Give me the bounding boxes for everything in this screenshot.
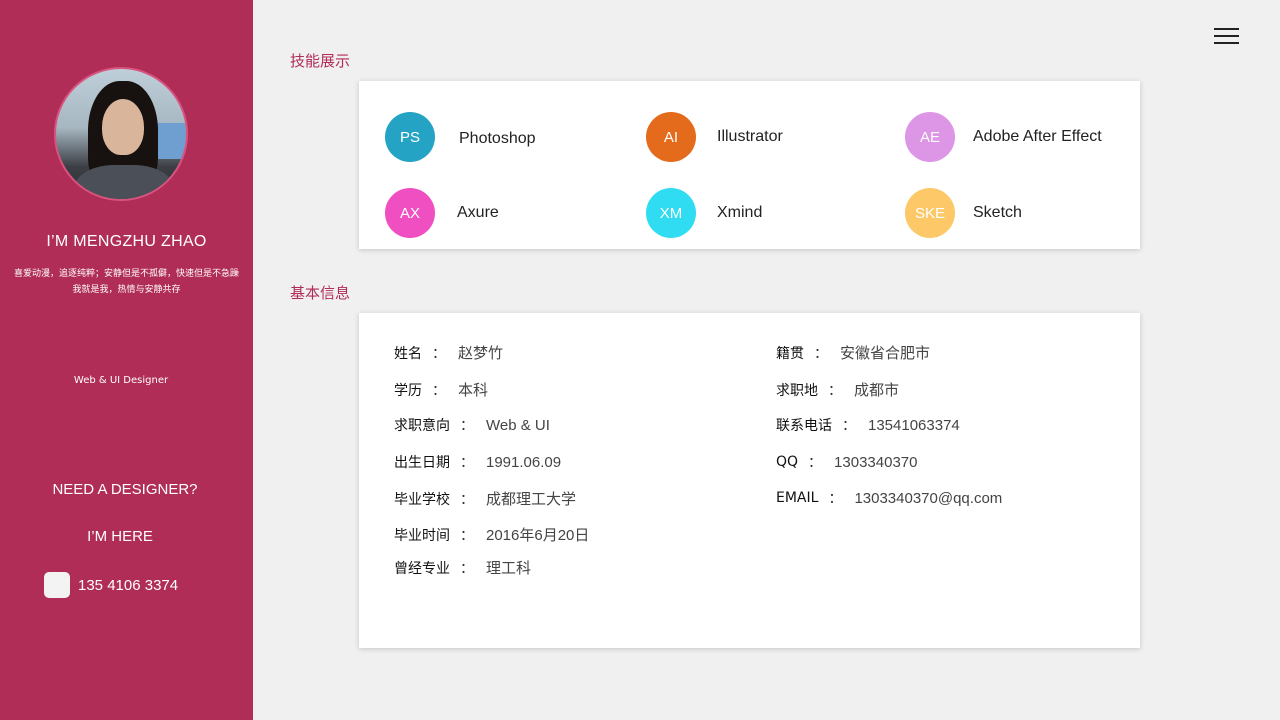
- info-label: 籍贯: [776, 345, 804, 362]
- skill-badge: XM: [646, 188, 696, 238]
- info-label: QQ: [776, 454, 799, 470]
- info-label: 学历: [394, 382, 422, 399]
- avatar-background-screen: [154, 123, 186, 159]
- info-colon: ：: [842, 418, 856, 434]
- info-label: EMAIL: [776, 490, 819, 506]
- skill-badge: AX: [385, 188, 435, 238]
- profile-motto: 喜爱动漫，追逐纯粹；安静但是不孤僻，快速但是不急躁 我就是我，热情与安静共存: [8, 266, 245, 298]
- menu-line: [1214, 42, 1239, 44]
- skills-section-title: 技能展示: [290, 52, 351, 70]
- menu-line: [1214, 35, 1239, 37]
- info-label: 求职地: [776, 382, 818, 399]
- skill-item-after-effect: AE Adobe After Effect: [905, 112, 1102, 162]
- info-value: Web & UI: [486, 416, 550, 434]
- info-value: 理工科: [486, 560, 532, 577]
- info-value: 2016年6月20日: [486, 527, 590, 544]
- info-colon: ：: [828, 491, 843, 507]
- info-colon: ：: [814, 345, 828, 362]
- info-value: 1303340370: [834, 453, 918, 471]
- info-row-name: 姓名 ： 赵梦竹: [394, 342, 503, 363]
- info-row-phone: 联系电话 ： 13541063374: [776, 415, 960, 435]
- info-value: 13541063374: [868, 416, 960, 434]
- info-label: 姓名: [394, 345, 422, 362]
- info-label: 出生日期: [394, 455, 450, 471]
- profile-role: Web & UI Designer: [73, 375, 169, 386]
- skill-badge: AI: [646, 112, 696, 162]
- phone-contact[interactable]: 135 4106 3374: [44, 571, 178, 599]
- info-label: 毕业时间: [394, 527, 450, 544]
- cta-subheading: I’M HERE: [87, 528, 153, 545]
- info-row-major: 曾经专业 ： 理工科: [394, 557, 531, 578]
- info-label: 曾经专业: [394, 560, 450, 577]
- skill-badge: PS: [385, 112, 435, 162]
- info-label: 求职意向: [394, 418, 450, 434]
- profile-motto-line2: 我就是我，热情与安静共存: [72, 285, 181, 295]
- skills-card: PS Photoshop AI Illustrator AE Adobe Aft…: [359, 81, 1140, 249]
- info-value: 本科: [458, 382, 489, 399]
- info-colon: ：: [460, 491, 474, 508]
- info-row-email: EMAIL ： 1303340370@qq.com: [776, 488, 1002, 508]
- info-colon: ：: [460, 560, 474, 577]
- info-row-job-location: 求职地 ： 成都市: [776, 379, 899, 400]
- info-row-hometown: 籍贯 ： 安徽省合肥市: [776, 342, 930, 363]
- menu-line: [1214, 28, 1239, 30]
- info-value: 成都理工大学: [486, 491, 577, 508]
- info-value: 成都市: [854, 382, 900, 399]
- info-colon: ：: [432, 345, 446, 362]
- skill-badge: AE: [905, 112, 955, 162]
- info-colon: ：: [432, 382, 446, 399]
- info-colon: ：: [828, 382, 842, 399]
- info-value: 赵梦竹: [458, 345, 504, 362]
- cta-heading: NEED A DESIGNER?: [52, 481, 198, 498]
- info-row-birthdate: 出生日期 ： 1991.06.09: [394, 452, 561, 472]
- skill-name: Adobe After Effect: [973, 128, 1102, 145]
- skill-name: Xmind: [717, 204, 763, 221]
- profile-motto-line1: 喜爱动漫，追逐纯粹；安静但是不孤僻，快速但是不急躁: [13, 269, 239, 279]
- avatar-body: [74, 165, 174, 199]
- info-value: 1991.06.09: [486, 453, 562, 471]
- info-label: 联系电话: [776, 418, 832, 434]
- info-row-qq: QQ ： 1303340370: [776, 452, 917, 472]
- skill-item-photoshop: PS Photoshop: [385, 112, 536, 162]
- skill-name: Photoshop: [459, 130, 536, 147]
- phone-icon: [44, 572, 70, 598]
- info-value[interactable]: 1303340370@qq.com: [854, 490, 1002, 507]
- skill-name: Sketch: [973, 204, 1022, 221]
- skill-item-axure: AX Axure: [385, 188, 499, 238]
- skill-name: Illustrator: [717, 128, 783, 145]
- skill-item-xmind: XM Xmind: [646, 188, 762, 238]
- avatar: [54, 67, 188, 201]
- info-section-title: 基本信息: [290, 284, 351, 302]
- skill-badge: SKE: [905, 188, 955, 238]
- hamburger-menu-icon[interactable]: [1214, 28, 1239, 46]
- profile-name: I’M MENGZHU ZHAO: [46, 233, 207, 250]
- info-colon: ：: [460, 455, 474, 471]
- skill-name: Axure: [457, 204, 499, 221]
- info-card: 姓名 ： 赵梦竹 学历 ： 本科 求职意向 ： Web & UI 出生日期 ： …: [359, 313, 1140, 648]
- info-row-graduation: 毕业时间 ： 2016年6月20日: [394, 524, 589, 545]
- info-colon: ：: [808, 455, 823, 471]
- skill-item-sketch: SKE Sketch: [905, 188, 1022, 238]
- info-row-school: 毕业学校 ： 成都理工大学: [394, 488, 576, 509]
- skill-item-illustrator: AI Illustrator: [646, 112, 783, 162]
- info-label: 毕业学校: [394, 491, 450, 508]
- sidebar: I’M MENGZHU ZHAO 喜爱动漫，追逐纯粹；安静但是不孤僻，快速但是不…: [0, 0, 253, 720]
- phone-number: 135 4106 3374: [78, 576, 179, 594]
- info-row-job-intention: 求职意向 ： Web & UI: [394, 415, 550, 435]
- info-colon: ：: [460, 527, 474, 544]
- info-row-education: 学历 ： 本科: [394, 379, 488, 400]
- info-colon: ：: [460, 418, 474, 434]
- avatar-face: [102, 99, 144, 155]
- info-value: 安徽省合肥市: [840, 345, 931, 362]
